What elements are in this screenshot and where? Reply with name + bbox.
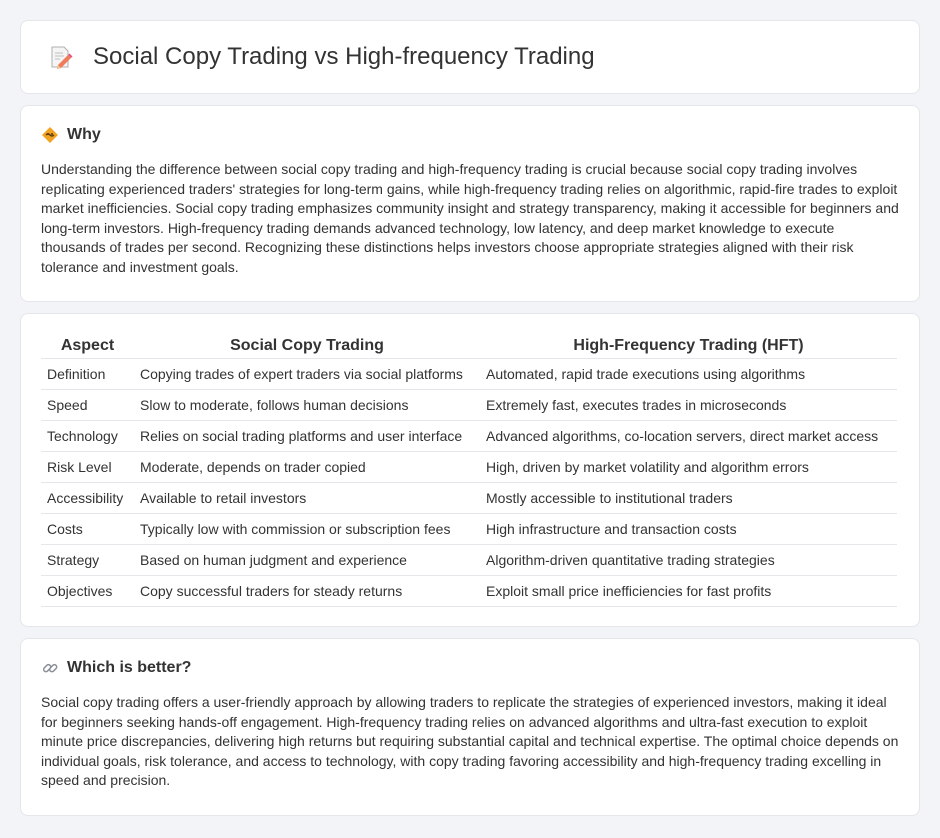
table-cell: Definition [41,358,134,390]
table-cell: High, driven by market volatility and al… [480,451,897,483]
why-section: Why Understanding the difference between… [20,105,920,302]
table-row: Risk Level Moderate, depends on trader c… [41,451,897,483]
table-row: Technology Relies on social trading plat… [41,420,897,452]
column-header-hft: High-Frequency Trading (HFT) [480,334,897,359]
header-card: Social Copy Trading vs High-frequency Tr… [20,20,920,94]
table-row: Costs Typically low with commission or s… [41,513,897,545]
link-icon [41,659,59,677]
memo-pencil-icon [47,44,73,70]
handshake-icon [41,126,59,144]
table-row: Speed Slow to moderate, follows human de… [41,389,897,421]
table-cell: High infrastructure and transaction cost… [480,513,897,545]
table-cell: Relies on social trading platforms and u… [134,420,480,452]
table-cell: Copy successful traders for steady retur… [134,575,480,607]
table-row: Objectives Copy successful traders for s… [41,575,897,607]
better-heading: Which is better? [41,659,899,677]
table-cell: Automated, rapid trade executions using … [480,358,897,390]
table-cell: Typically low with commission or subscri… [134,513,480,545]
why-heading: Why [41,126,899,144]
why-text: Understanding the difference between soc… [41,161,899,275]
why-title: Why [67,126,101,143]
table-cell: Mostly accessible to institutional trade… [480,482,897,514]
table-cell: Extremely fast, executes trades in micro… [480,389,897,421]
column-header-social-copy: Social Copy Trading [134,334,480,359]
table-cell: Costs [41,513,134,545]
table-cell: Available to retail investors [134,482,480,514]
comparison-section: Aspect Social Copy Trading High-Frequenc… [20,313,920,627]
table-header-row: Aspect Social Copy Trading High-Frequenc… [41,334,897,359]
table-cell: Speed [41,389,134,421]
better-title: Which is better? [67,659,192,676]
page-title: Social Copy Trading vs High-frequency Tr… [93,43,595,70]
table-cell: Risk Level [41,451,134,483]
table-row: Accessibility Available to retail invest… [41,482,897,514]
table-cell: Strategy [41,544,134,576]
which-is-better-section: Which is better? Social copy trading off… [20,638,920,816]
table-cell: Copying trades of expert traders via soc… [134,358,480,390]
table-cell: Exploit small price inefficiencies for f… [480,575,897,607]
table-cell: Moderate, depends on trader copied [134,451,480,483]
table-cell: Technology [41,420,134,452]
better-text: Social copy trading offers a user-friend… [41,694,899,788]
table-cell: Objectives [41,575,134,607]
table-cell: Slow to moderate, follows human decision… [134,389,480,421]
table-row: Definition Copying trades of expert trad… [41,358,897,390]
comparison-table: Aspect Social Copy Trading High-Frequenc… [41,334,897,607]
table-cell: Based on human judgment and experience [134,544,480,576]
table-cell: Algorithm-driven quantitative trading st… [480,544,897,576]
column-header-aspect: Aspect [41,334,134,359]
table-row: Strategy Based on human judgment and exp… [41,544,897,576]
table-cell: Advanced algorithms, co-location servers… [480,420,897,452]
table-cell: Accessibility [41,482,134,514]
